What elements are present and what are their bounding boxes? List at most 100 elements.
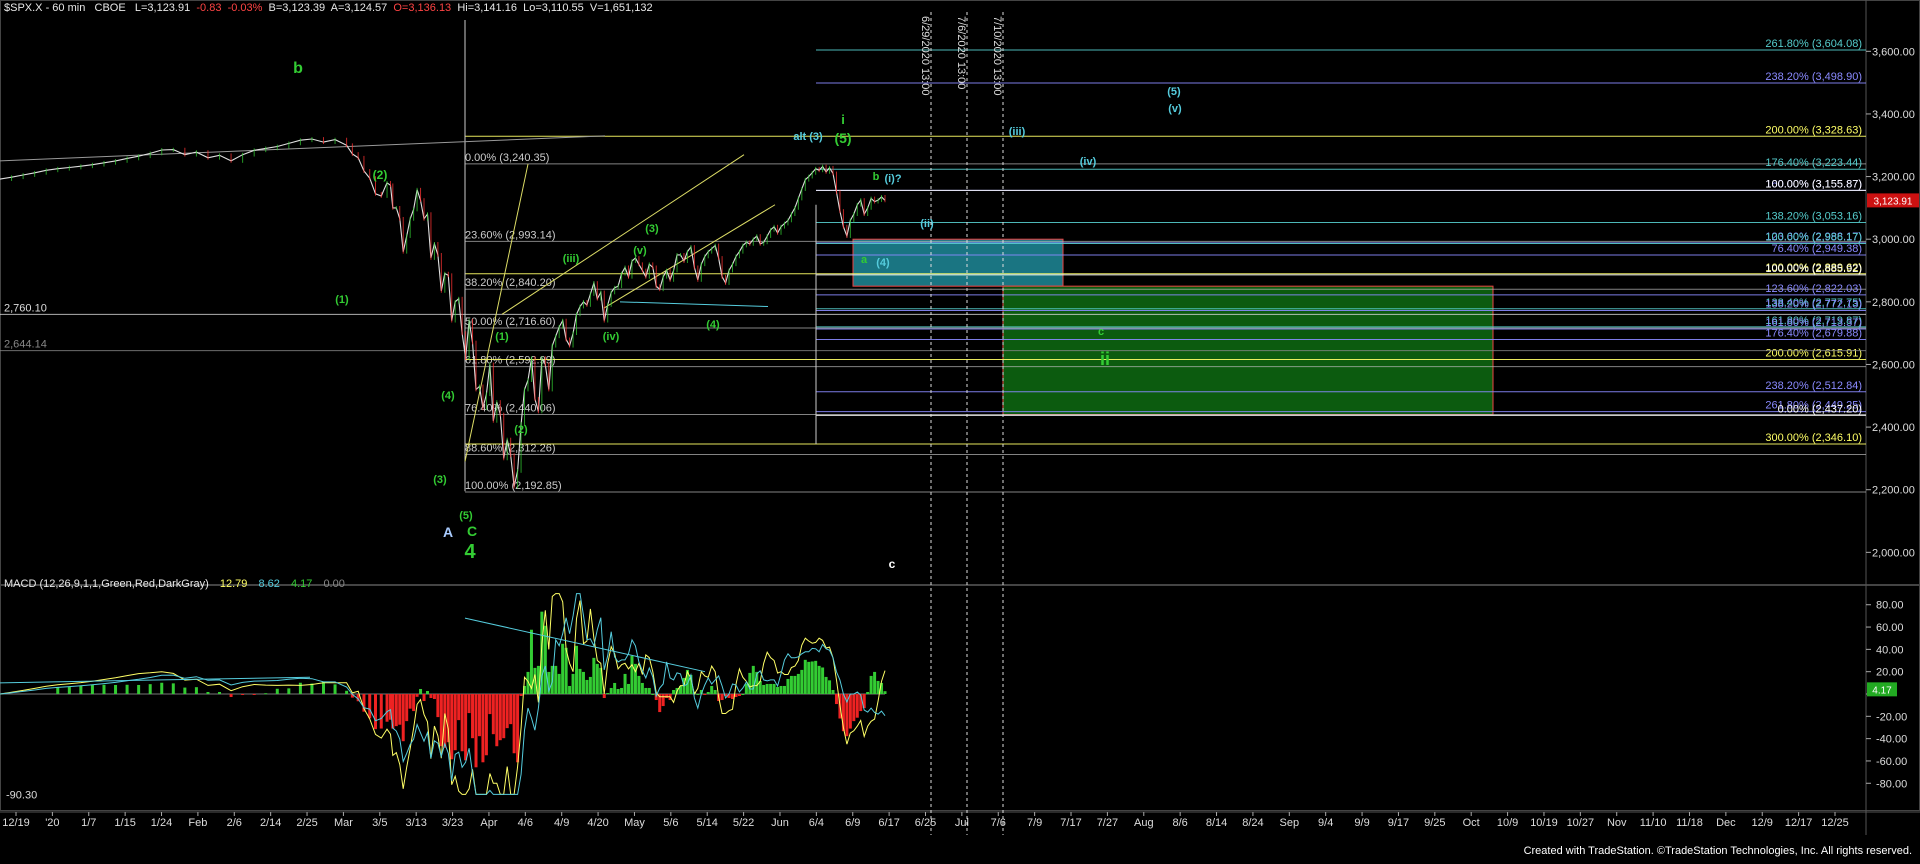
time-tick-label: 11/18 <box>1676 817 1703 829</box>
macd-histogram-bar <box>824 676 828 694</box>
macd-histogram-bar <box>457 694 461 721</box>
macd-histogram-bar <box>651 694 655 695</box>
macd-histogram-bar <box>321 681 325 694</box>
time-tick-label: 7/17 <box>1060 817 1081 829</box>
time-tick-label: 2/14 <box>260 817 281 829</box>
macd-header: MACD (12,26,9,1,1,Green,Red,DarkGray) 12… <box>4 578 353 590</box>
wave-label: (v) <box>633 245 647 257</box>
wave-label: C <box>467 523 477 539</box>
wave-label: (iii) <box>563 253 580 265</box>
macd-histogram-bar <box>585 679 589 694</box>
macd-histogram-bar <box>644 687 648 694</box>
macd-histogram-bar <box>807 661 811 694</box>
time-tick-label: Sep <box>1280 817 1300 829</box>
price-tick-label: 2,200.00 <box>1872 485 1915 497</box>
date-marker-label: 7/10/2020 13:00 <box>991 16 1003 96</box>
macd-histogram-bar <box>488 694 492 715</box>
extension-label: 238.20% (2,512.84) <box>1765 380 1862 392</box>
wave-label: (iv) <box>603 331 620 343</box>
macd-histogram-bar <box>876 680 880 694</box>
volume: V=1,651,132 <box>589 2 653 14</box>
macd-histogram-bar <box>509 694 513 725</box>
macd-histogram-bar <box>252 694 256 695</box>
time-tick-label: 3/13 <box>405 817 426 829</box>
macd-tick-label: 20.00 <box>1876 667 1904 679</box>
macd-histogram-bar <box>218 691 222 694</box>
time-tick-label: 1/15 <box>114 817 135 829</box>
exchange-label: CBOE <box>94 2 126 14</box>
macd-histogram-bar <box>672 689 676 694</box>
macd-histogram-bar <box>477 694 481 737</box>
macd-histogram-bar <box>183 687 187 694</box>
time-tick-label: Dec <box>1716 817 1736 829</box>
macd-histogram-bar <box>609 687 613 694</box>
macd-histogram-bar <box>789 675 793 694</box>
extension-label: 200.00% (2,615.91) <box>1765 347 1862 359</box>
date-marker-label: 6/29/2020 13:00 <box>919 16 931 96</box>
macd-histogram-bar <box>415 694 419 697</box>
date-marker-label: 7/6/2020 13:00 <box>955 16 967 89</box>
time-tick-label: Jul <box>955 817 969 829</box>
macd-histogram-bar <box>432 694 436 700</box>
time-tick-label: 4/9 <box>554 817 569 829</box>
macd-histogram-bar <box>866 691 870 694</box>
wave-label: (4) <box>706 319 720 331</box>
time-tick-label: 12/9 <box>1752 817 1773 829</box>
extension-label: 200.00% (3,328.63) <box>1765 124 1862 136</box>
macd-histogram-bar <box>345 690 349 694</box>
macd-histogram-bar <box>194 687 198 694</box>
macd-histogram-bar <box>814 660 818 694</box>
time-tick-label: '20 <box>45 817 59 829</box>
trendline <box>603 204 776 309</box>
macd-tick-label: -40.00 <box>1876 734 1907 746</box>
macd-min-label: -90.30 <box>6 789 37 801</box>
macd-histogram-bar <box>627 683 631 694</box>
macd-histogram-bar <box>160 682 164 694</box>
macd-tick-label: -80.00 <box>1876 778 1907 790</box>
time-tick-label: 9/17 <box>1388 817 1409 829</box>
wave-label: (2) <box>373 168 388 182</box>
time-tick-label: Nov <box>1607 817 1627 829</box>
chart-stage: 0.00% (3,240.35) 23.60% (2,993.14) 38.20% … <box>0 0 1920 859</box>
macd-value-3: 4.17 <box>290 578 313 590</box>
macd-histogram-bar <box>855 694 859 718</box>
time-tick-label: 12/19 <box>2 817 30 829</box>
time-tick-label: 2/25 <box>296 817 317 829</box>
macd-histogram-bar <box>765 683 769 694</box>
low-price: Lo=3,110.55 <box>523 2 584 14</box>
price-line <box>0 138 886 487</box>
macd-histogram-bar <box>298 682 302 694</box>
time-tick-label: 7/9 <box>1027 817 1042 829</box>
extension-label: 261.80% (3,604.08) <box>1765 38 1862 50</box>
macd-name: MACD (12,26,9,1,1,Green,Red,DarkGray) <box>4 578 209 590</box>
macd-histogram-bar <box>467 694 471 714</box>
macd-histogram-bar <box>575 645 579 694</box>
time-tick-label: 5/22 <box>733 817 754 829</box>
time-tick-label: 12/25 <box>1821 817 1849 829</box>
macd-histogram-bar <box>519 694 523 697</box>
macd-histogram-bar <box>241 694 245 695</box>
last-price: L=3,123.91 <box>134 2 191 14</box>
macd-histogram-bar <box>385 694 389 722</box>
extension-label: 238.20% (3,498.90) <box>1765 71 1862 83</box>
macd-histogram-bar <box>422 694 426 702</box>
price-tick-label: 3,600.00 <box>1872 46 1915 58</box>
time-tick-label: 9/9 <box>1354 817 1369 829</box>
wave-label: ii <box>1100 349 1110 369</box>
time-tick-label: 9/4 <box>1318 817 1333 829</box>
wave-label: b <box>293 60 303 77</box>
macd-histogram-bar <box>665 694 669 699</box>
wave-label: a <box>861 254 868 266</box>
macd-histogram-bar <box>762 684 766 694</box>
symbol-label: $SPX.X - 60 min <box>4 2 86 14</box>
time-tick-label: 5/14 <box>697 817 718 829</box>
macd-histogram-bar <box>637 675 641 694</box>
wave-label: 4 <box>464 541 476 563</box>
extension-label: 138.20% (2,772.13) <box>1765 299 1862 311</box>
wave-label: (i)? <box>884 173 901 185</box>
macd-histogram-bar <box>310 683 314 694</box>
chart-header: $SPX.X - 60 min CBOE L=3,123.91 -0.83 -0… <box>4 2 653 14</box>
macd-tick-label: -20.00 <box>1876 711 1907 723</box>
extension-label: 76.40% (2,949.38) <box>1771 243 1862 255</box>
macd-histogram-bar <box>810 661 814 694</box>
